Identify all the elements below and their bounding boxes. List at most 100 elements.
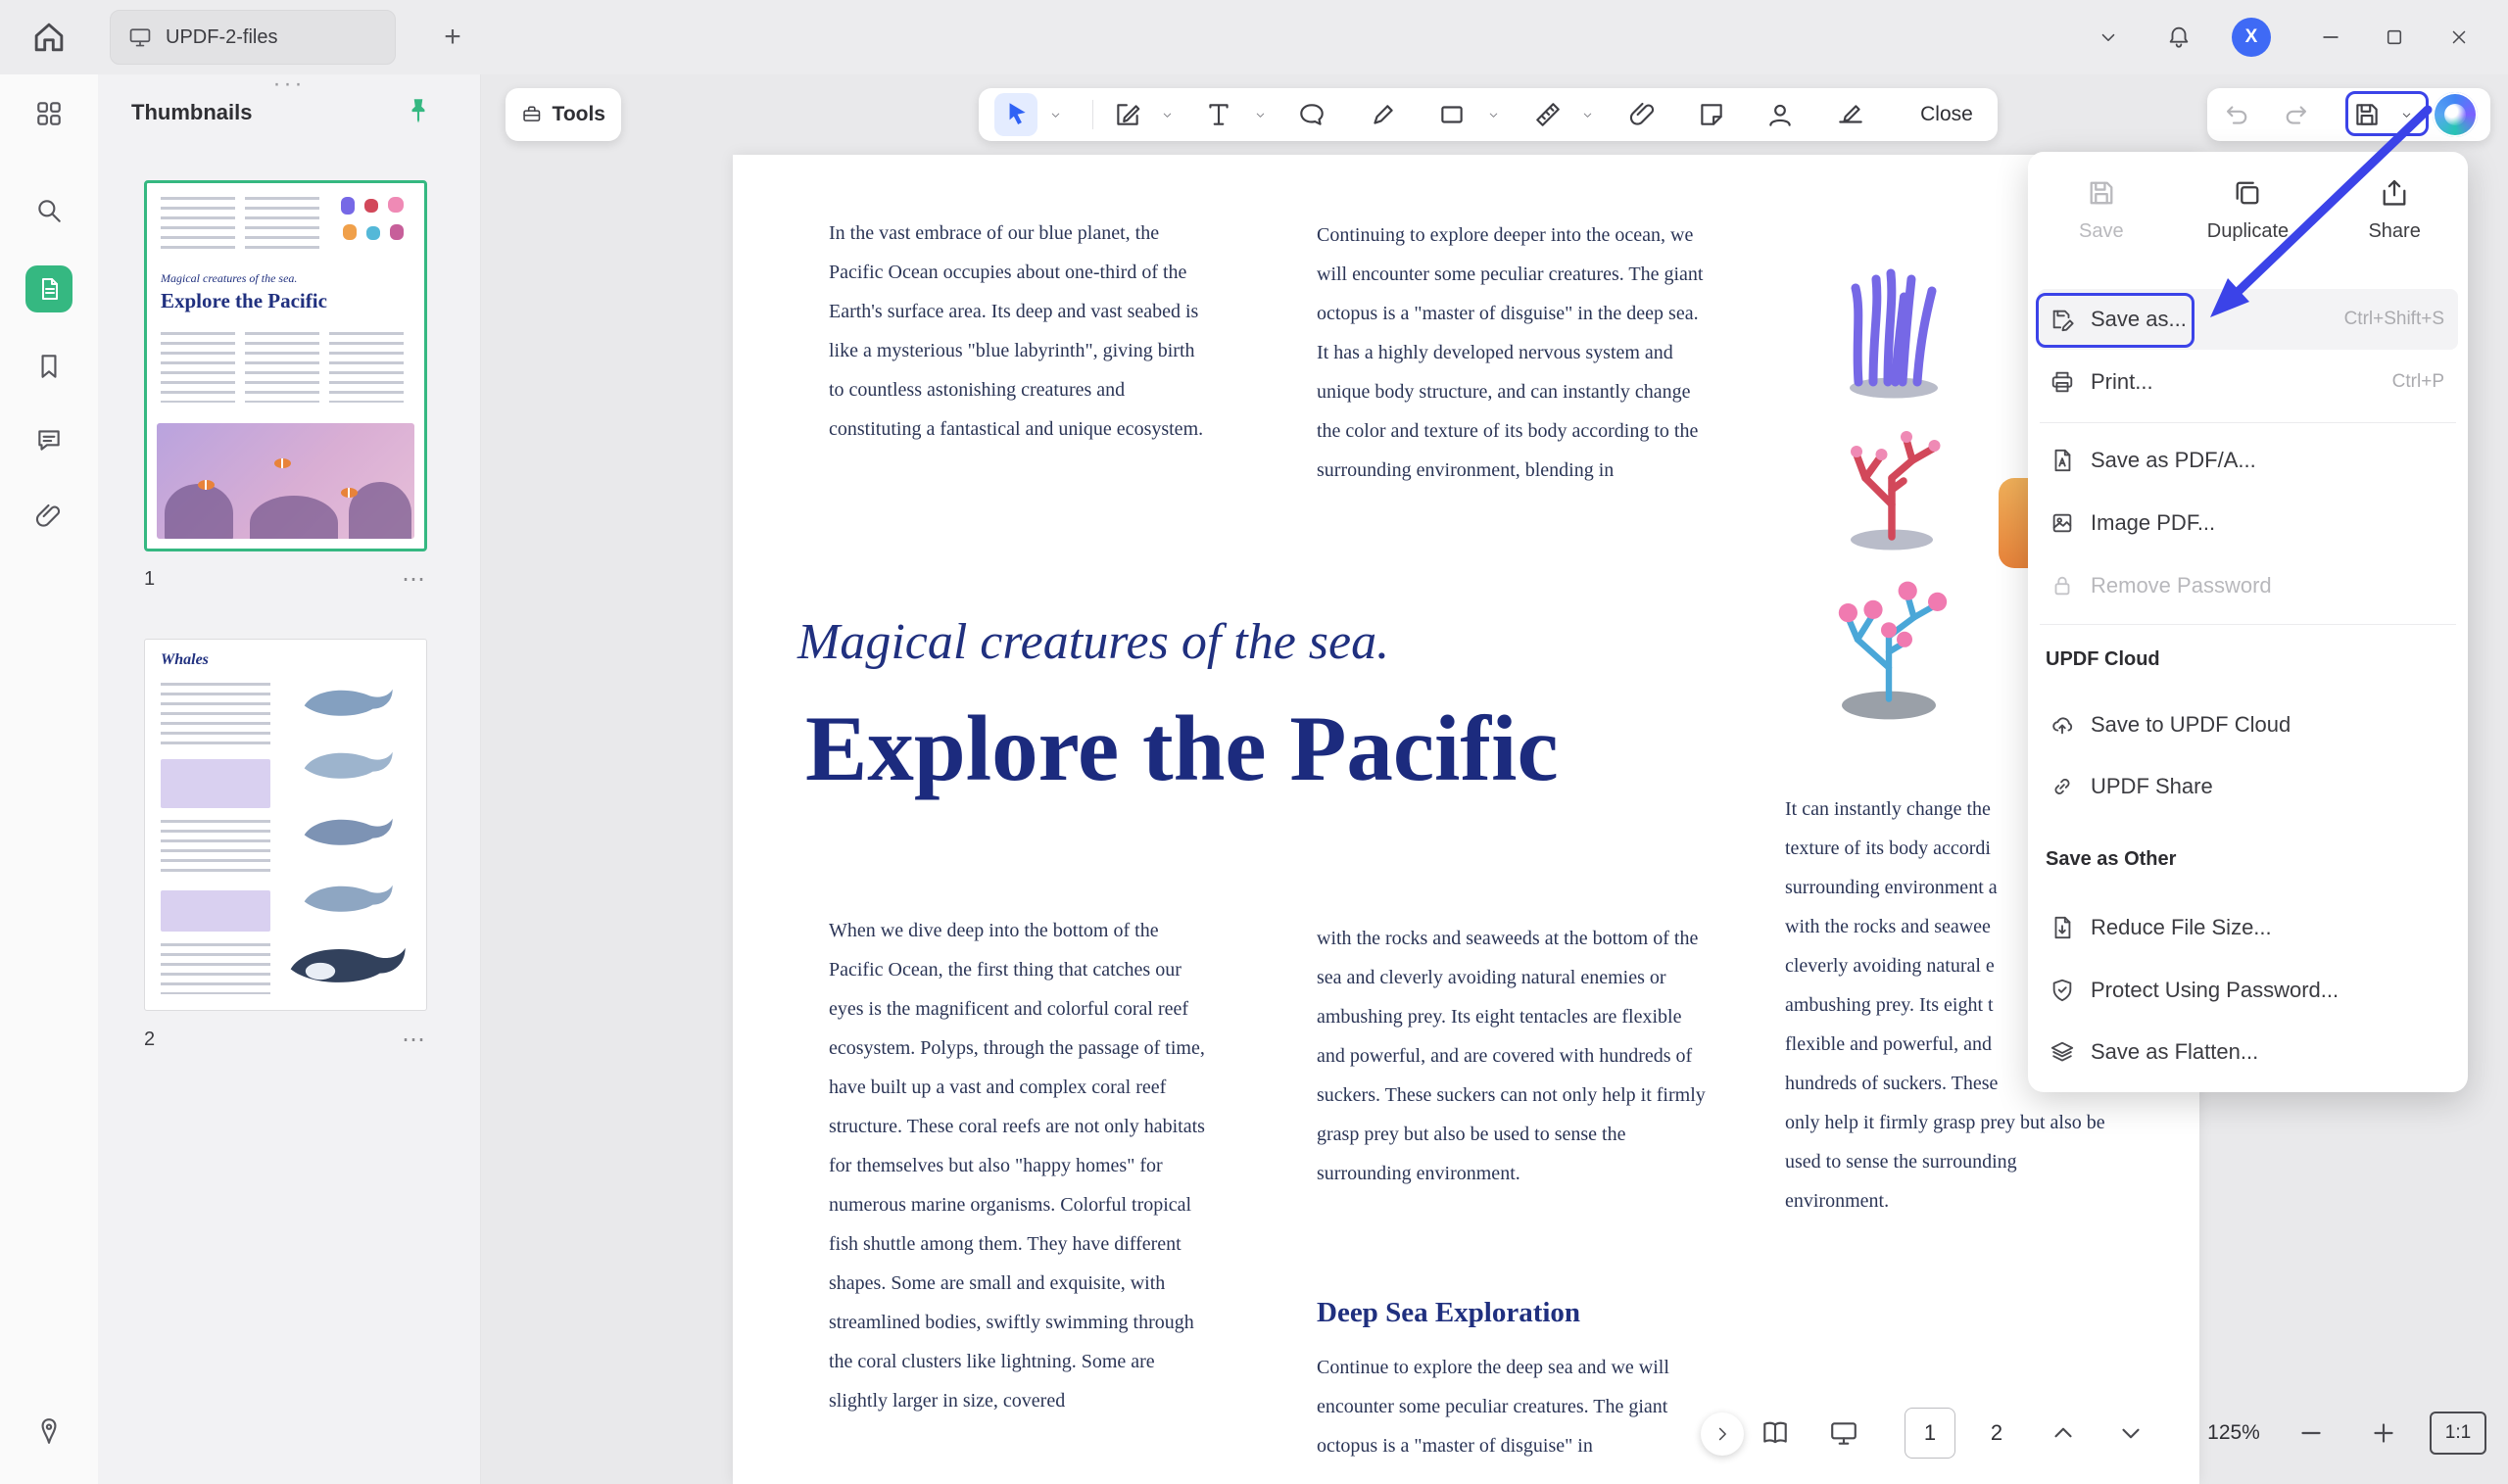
page-1-thumbnail[interactable]: Magical creatures of the sea. Explore th…: [144, 180, 427, 551]
menu-item-reduce-file-size[interactable]: Reduce File Size...: [2038, 897, 2458, 958]
expand-toolbar-button[interactable]: [1701, 1412, 1744, 1456]
paragraph: Continue to explore the deep sea and we …: [1317, 1348, 1709, 1465]
signature-pen-button[interactable]: [34, 1416, 64, 1446]
menu-item-print[interactable]: Print... Ctrl+P: [2038, 352, 2458, 412]
menu-divider: [2040, 422, 2456, 423]
paragraph: with the rocks and seaweeds at the botto…: [1317, 919, 1709, 1193]
page-1-meta-row: 1 ⋯: [144, 564, 427, 594]
undo-button[interactable]: [2220, 100, 2249, 129]
redact-tool-button[interactable]: [1836, 100, 1865, 129]
menu-item-updf-share[interactable]: UPDF Share: [2038, 756, 2458, 817]
titlebar-dropdown-button[interactable]: [2089, 18, 2128, 57]
bookmarks-button[interactable]: [34, 352, 64, 381]
select-tool-button[interactable]: [1001, 100, 1031, 129]
notifications-button[interactable]: [2159, 18, 2198, 57]
save-button[interactable]: [2352, 100, 2382, 129]
zoom-level-display[interactable]: 125%: [2193, 1408, 2275, 1459]
user-avatar[interactable]: X: [2232, 18, 2271, 57]
menu-item-protect-password[interactable]: Protect Using Password...: [2038, 960, 2458, 1021]
panel-drag-handle[interactable]: ···: [255, 71, 323, 98]
menu-section-save-as-other: Save as Other: [2046, 838, 2176, 881]
page-2-more-button[interactable]: ⋯: [402, 1026, 427, 1054]
thumbnails-panel: ··· Thumbnails Magical creatures of the …: [98, 74, 481, 1484]
anemone-illustration: [1820, 253, 1967, 400]
current-page-input[interactable]: 1: [1905, 1408, 1955, 1459]
minimize-button[interactable]: [2311, 18, 2350, 57]
speech-bubble-icon: [1297, 100, 1326, 129]
menu-share-button[interactable]: Share: [2336, 177, 2453, 243]
compress-file-icon: [2050, 915, 2075, 940]
menu-item-save-as-pdfa[interactable]: Save as PDF/A...: [2038, 430, 2458, 491]
search-button[interactable]: [34, 196, 64, 225]
shape-tool-dropdown[interactable]: [1487, 109, 1500, 121]
menu-item-save-as[interactable]: Save as... Ctrl+Shift+S: [2038, 289, 2458, 350]
shape-tool-button[interactable]: [1437, 100, 1467, 129]
measure-tool-button[interactable]: [1533, 100, 1563, 129]
apps-grid-button[interactable]: [34, 99, 64, 128]
paragraph: In the vast embrace of our blue planet, …: [829, 214, 1213, 449]
save-dropdown-button[interactable]: [2400, 109, 2413, 121]
previous-page-button[interactable]: [2049, 1418, 2078, 1448]
menu-item-save-to-cloud[interactable]: Save to UPDF Cloud: [2038, 694, 2458, 755]
actual-size-button[interactable]: 1:1: [2430, 1412, 2486, 1455]
page-2-button[interactable]: 2: [1973, 1408, 2020, 1459]
edit-tool-dropdown[interactable]: [1161, 109, 1174, 121]
updf-ai-button[interactable]: [2433, 92, 2478, 137]
toolbar-divider: [1092, 100, 1093, 129]
menu-duplicate-button[interactable]: Duplicate: [2189, 177, 2306, 243]
tools-label: Tools: [553, 103, 605, 126]
zoom-in-button[interactable]: [2369, 1418, 2398, 1448]
measure-tool-dropdown[interactable]: [1581, 109, 1594, 121]
menu-item-remove-password[interactable]: Remove Password: [2038, 555, 2458, 616]
orca-illustration: [282, 939, 410, 990]
menu-item-image-pdf[interactable]: Image PDF...: [2038, 493, 2458, 553]
thumbnail-text-lines: [161, 943, 270, 994]
editing-toolbar: Close: [979, 88, 1998, 141]
print-shortcut: Ctrl+P: [2392, 371, 2444, 393]
new-tab-button[interactable]: +: [433, 18, 472, 57]
thumbnail-title: Whales: [161, 651, 209, 669]
thumbnail-callout-box: [161, 759, 270, 808]
attach-file-button[interactable]: [1628, 100, 1658, 129]
edit-tool-button[interactable]: [1113, 100, 1142, 129]
save-as-pdfa-label: Save as PDF/A...: [2091, 448, 2256, 473]
menu-save-button[interactable]: Save: [2043, 177, 2160, 243]
document-tab[interactable]: UPDF-2-files: [110, 10, 396, 65]
home-button[interactable]: [29, 18, 69, 57]
sticker-tool-button[interactable]: [1697, 100, 1726, 129]
page-2-thumbnail[interactable]: Whales: [144, 639, 427, 1011]
reader-mode-button[interactable]: [1760, 1418, 1790, 1448]
highlighter-tool-button[interactable]: [1369, 100, 1398, 129]
pin-panel-button[interactable]: [404, 96, 433, 125]
edit-icon: [1113, 100, 1142, 129]
close-editing-button[interactable]: Close: [1907, 88, 1986, 141]
book-icon: [1760, 1418, 1790, 1448]
text-tool-button[interactable]: [1204, 100, 1233, 129]
zoom-out-button[interactable]: [2296, 1418, 2326, 1448]
pink-coral-illustration: [1810, 564, 1967, 721]
menu-item-save-as-flatten[interactable]: Save as Flatten...: [2038, 1022, 2458, 1082]
bookmark-icon: [34, 352, 64, 381]
comments-button[interactable]: [34, 425, 64, 455]
thumbnail-title: Explore the Pacific: [161, 289, 327, 313]
maximize-button[interactable]: [2375, 18, 2414, 57]
next-page-button[interactable]: [2116, 1418, 2146, 1448]
signature-tool-button[interactable]: [1765, 100, 1795, 129]
reduce-file-size-label: Reduce File Size...: [2091, 915, 2272, 940]
select-tool-dropdown[interactable]: [1049, 109, 1062, 121]
tools-button[interactable]: Tools: [506, 88, 621, 141]
text-tool-dropdown[interactable]: [1254, 109, 1267, 121]
presentation-mode-button[interactable]: [1829, 1418, 1858, 1448]
chevron-down-icon: [2116, 1418, 2146, 1448]
text-icon: [1204, 100, 1233, 129]
thumbnail-coral-swatches: [339, 195, 413, 258]
chevron-down-icon: [1161, 109, 1174, 121]
redo-button[interactable]: [2284, 100, 2313, 129]
thumbnails-panel-button[interactable]: [25, 265, 72, 312]
shield-icon: [2050, 978, 2075, 1003]
comment-tool-button[interactable]: [1297, 100, 1326, 129]
close-window-button[interactable]: [2439, 18, 2479, 57]
attachments-button[interactable]: [34, 502, 64, 531]
page-1-more-button[interactable]: ⋯: [402, 565, 427, 594]
document-page[interactable]: In the vast embrace of our blue planet, …: [733, 155, 2199, 1484]
